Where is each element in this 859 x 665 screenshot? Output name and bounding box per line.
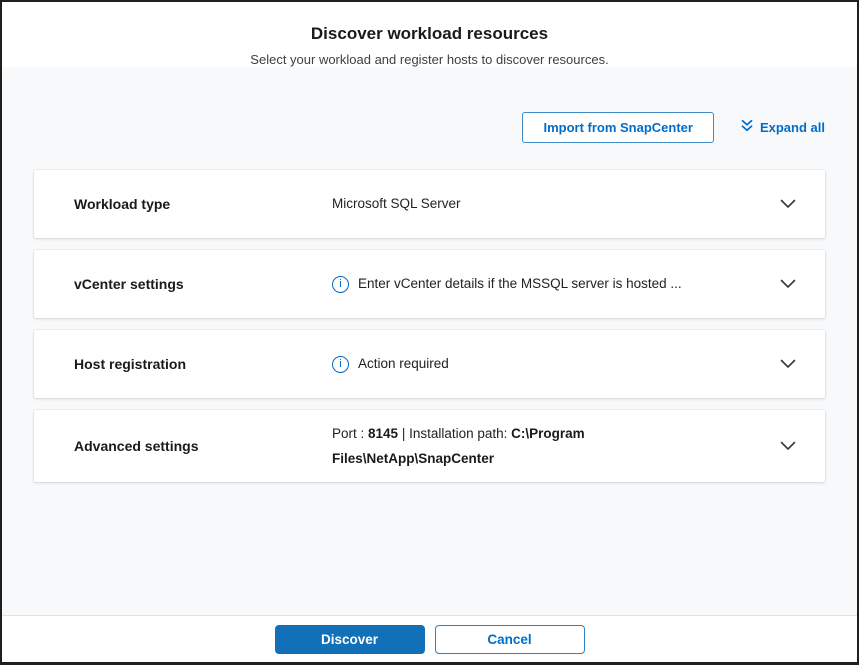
host-registration-status: Action required [358,355,449,371]
double-chevron-down-icon [740,118,754,136]
import-from-snapcenter-button[interactable]: Import from SnapCenter [522,111,714,143]
chevron-down-icon[interactable] [763,435,799,457]
accordion-label: vCenter settings [74,276,184,292]
page-header: Discover workload resources Select your … [2,2,857,67]
accordion-label: Workload type [74,196,171,212]
expand-all-link[interactable]: Expand all [740,118,825,136]
accordion-list: Workload type Microsoft SQL Server vCent… [34,170,825,482]
accordion-workload-type[interactable]: Workload type Microsoft SQL Server [34,170,825,238]
vcenter-summary-text: Enter vCenter details if the MSSQL serve… [358,275,682,291]
page-subtitle: Select your workload and register hosts … [250,52,609,67]
chevron-down-icon[interactable] [763,353,799,375]
workload-type-value: Microsoft SQL Server [332,195,461,211]
advanced-settings-summary: Port : 8145 | Installation path: C:\Prog… [332,421,624,471]
expand-all-label: Expand all [759,119,825,135]
chevron-down-icon[interactable] [763,193,799,215]
accordion-vcenter-settings[interactable]: vCenter settings i Enter vCenter details… [34,250,825,318]
accordion-host-registration[interactable]: Host registration i Action required [34,330,825,398]
info-icon: i [332,275,349,293]
page-title: Discover workload resources [310,24,549,43]
toolbar: Import from SnapCenter Expand all [34,111,825,143]
cancel-button[interactable]: Cancel [434,624,585,654]
discover-button[interactable]: Discover [274,624,425,654]
accordion-summary: Port : 8145 | Installation path: C:\Prog… [332,421,763,471]
accordion-summary: i Enter vCenter details if the MSSQL ser… [332,274,763,294]
port-label: Port : [332,426,369,441]
info-icon: i [332,355,349,373]
chevron-down-icon[interactable] [763,273,799,295]
main-content: Import from SnapCenter Expand all Worklo… [2,67,857,615]
port-value: 8145 [368,426,399,441]
accordion-label: Host registration [74,356,187,372]
accordion-summary: i Action required [332,354,763,374]
installation-path-label: | Installation path: [398,426,512,441]
accordion-summary: Microsoft SQL Server [332,194,763,214]
footer-actions: Discover Cancel [2,615,857,662]
discover-workload-page: Discover workload resources Select your … [0,0,859,665]
accordion-label: Advanced settings [74,438,199,454]
accordion-advanced-settings[interactable]: Advanced settings Port : 8145 | Installa… [34,410,825,482]
